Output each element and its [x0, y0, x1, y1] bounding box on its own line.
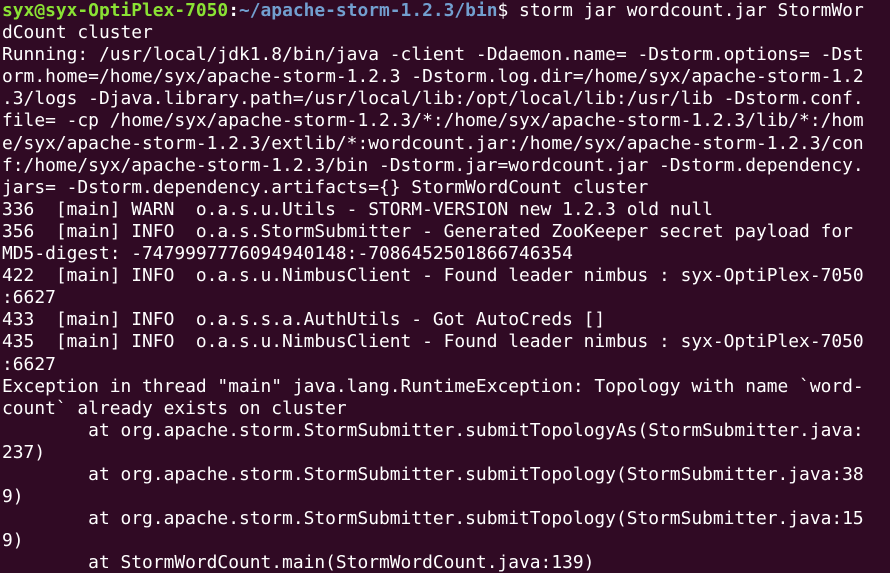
stack-trace-line: 9)	[2, 486, 24, 508]
output-line: orm.home=/home/syx/apache-storm-1.2.3 -D…	[2, 66, 864, 88]
log-line: :6627	[2, 287, 56, 309]
stack-trace-text: at StormWordCount.main(StormWordCount.ja…	[2, 552, 595, 573]
log-line: 336 [main] WARN o.a.s.u.Utils - STORM-VE…	[2, 198, 713, 220]
stack-trace-line: at org.apache.storm.StormSubmitter.submi…	[2, 463, 864, 485]
command-text: storm jar wordcount.jar StormWor	[519, 0, 864, 21]
log-line: 435 [main] INFO o.a.s.u.NimbusClient - F…	[2, 331, 864, 353]
prompt-separator: :	[228, 0, 239, 21]
output-line: e/syx/apache-storm-1.2.3/extlib/*:wordco…	[2, 132, 864, 154]
prompt-line: syx@syx-OptiPlex-7050:~/apache-storm-1.2…	[2, 0, 890, 22]
terminal-window[interactable]: syx@syx-OptiPlex-7050:~/apache-storm-1.2…	[0, 0, 890, 573]
output-line: f:/home/syx/apache-storm-1.2.3/bin -Dsto…	[2, 154, 864, 176]
exception-line: count` already exists on cluster	[2, 397, 347, 419]
output-line: jars= -Dstorm.dependency.artifacts={} St…	[2, 176, 649, 198]
output-line: .3/logs -Djava.library.path=/usr/local/l…	[2, 88, 864, 110]
log-line: :6627	[2, 353, 56, 375]
output-line: Running: /usr/local/jdk1.8/bin/java -cli…	[2, 44, 864, 66]
exception-line: Exception in thread "main" java.lang.Run…	[2, 375, 864, 397]
log-line: MD5-digest: -7479997776094940148:-708645…	[2, 243, 573, 265]
command-continuation: dCount cluster	[2, 22, 153, 44]
prompt-user-host: syx@syx-OptiPlex-7050	[2, 0, 229, 21]
stack-trace-line: at org.apache.storm.StormSubmitter.submi…	[2, 508, 864, 530]
prompt-dollar: $	[497, 0, 520, 21]
log-line: 433 [main] INFO o.a.s.s.a.AuthUtils - Go…	[2, 309, 606, 331]
stack-trace-line: at StormWordCount.main(StormWordCount.ja…	[2, 552, 890, 573]
log-line: 422 [main] INFO o.a.s.u.NimbusClient - F…	[2, 265, 864, 287]
prompt-path: ~/apache-storm-1.2.3/bin	[238, 0, 498, 21]
stack-trace-line: at org.apache.storm.StormSubmitter.submi…	[2, 419, 864, 441]
stack-trace-line: 9)	[2, 530, 24, 552]
stack-trace-line: 237)	[2, 441, 46, 463]
log-line: 356 [main] INFO o.a.s.StormSubmitter - G…	[2, 220, 853, 242]
output-line: file= -cp /home/syx/apache-storm-1.2.3/*…	[2, 110, 864, 132]
